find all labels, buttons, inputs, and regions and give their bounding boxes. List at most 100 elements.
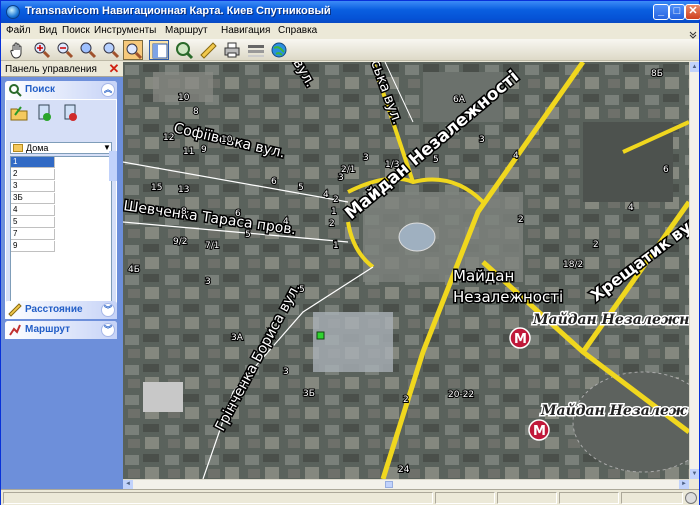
- hand-pan-icon[interactable]: [7, 40, 27, 60]
- control-panel: Панель управления ✕ Поиск ︽ Дома ▼ 1 2 3…: [1, 62, 123, 489]
- layers-icon[interactable]: [246, 40, 266, 60]
- open-folder-icon[interactable]: [9, 103, 29, 123]
- search-group-title: Поиск: [25, 84, 56, 95]
- menu-search[interactable]: Поиск: [62, 25, 90, 36]
- horizontal-scroll-thumb[interactable]: [385, 481, 393, 488]
- status-cell: [559, 492, 619, 504]
- house-number: 5: [299, 285, 305, 295]
- map-horizontal-scrollbar[interactable]: ◄ ►: [123, 479, 689, 489]
- zoom-out-icon[interactable]: [55, 40, 75, 60]
- scroll-down-button[interactable]: ▼: [690, 469, 699, 479]
- list-item[interactable]: 4: [11, 205, 55, 216]
- zoom-area-icon[interactable]: [78, 40, 98, 60]
- scroll-left-button[interactable]: ◄: [123, 480, 133, 489]
- house-number: 10: [221, 135, 233, 145]
- delete-record-icon[interactable]: [61, 103, 81, 123]
- house-number: 2: [403, 395, 409, 405]
- distance-group-header[interactable]: Расстояние ︾: [5, 301, 117, 319]
- list-item[interactable]: 3: [11, 181, 55, 192]
- house-number: 4: [628, 203, 634, 213]
- satellite-map[interactable]: Софіївська вул. Шевченка Тараса пров. Ма…: [123, 62, 689, 479]
- house-number: 10: [178, 93, 190, 103]
- close-button[interactable]: ✕: [685, 4, 700, 20]
- route-group-title: Маршрут: [25, 324, 71, 335]
- house-number: 1/3: [385, 160, 399, 170]
- map-vertical-scrollbar[interactable]: ▲ ▼: [689, 62, 699, 479]
- status-cell: [497, 492, 557, 504]
- house-number: 3: [205, 277, 211, 287]
- menu-tools[interactable]: Инструменты: [94, 25, 156, 36]
- expand-distance-button[interactable]: ︾: [101, 303, 115, 317]
- metro-station[interactable]: M: [509, 327, 531, 349]
- find-icon[interactable]: [174, 40, 194, 60]
- house-number: 18/2: [563, 260, 583, 270]
- maximize-button[interactable]: □: [669, 4, 685, 20]
- expand-route-button[interactable]: ︾: [101, 323, 115, 337]
- zoom-active-icon[interactable]: [123, 40, 143, 60]
- zoom-in-icon[interactable]: [32, 40, 52, 60]
- house-number: 20-22: [448, 390, 474, 400]
- house-number: 8: [181, 207, 187, 217]
- rooftop: [143, 382, 183, 412]
- menu-help[interactable]: Справка: [278, 25, 317, 36]
- house-number: 6: [235, 209, 241, 219]
- list-item[interactable]: 7: [11, 229, 55, 240]
- list-item[interactable]: 2: [11, 169, 55, 180]
- map-view[interactable]: Софіївська вул. Шевченка Тараса пров. Ма…: [123, 62, 689, 479]
- house-number: 4: [283, 217, 289, 227]
- app-globe-icon: [6, 5, 20, 19]
- minimize-button[interactable]: _: [653, 4, 669, 20]
- route-group: Маршрут ︾: [5, 321, 117, 339]
- menu-navigation[interactable]: Навигация: [221, 25, 270, 36]
- place-label: Незалежності: [453, 288, 563, 306]
- resize-grip-icon[interactable]: [685, 492, 697, 504]
- metro-label: Майдан Незалеж: [540, 402, 688, 419]
- house-number: 9: [201, 145, 207, 155]
- house-number: 2: [333, 195, 339, 205]
- scroll-right-button[interactable]: ►: [679, 480, 689, 489]
- title-bar[interactable]: Transnavicom Навигационная Карта. Киев С…: [1, 1, 700, 23]
- list-item[interactable]: 5: [11, 217, 55, 228]
- list-item[interactable]: 9: [11, 241, 55, 252]
- print-icon[interactable]: [222, 40, 242, 60]
- house-number: 6А: [453, 95, 466, 105]
- window-title: Transnavicom Навигационная Карта. Киев С…: [25, 5, 331, 17]
- menu-file[interactable]: Файл: [6, 25, 31, 36]
- scroll-up-button[interactable]: ▲: [690, 62, 699, 72]
- status-cell: [621, 492, 683, 504]
- house-number: 11: [183, 147, 194, 157]
- category-select-value: Дома: [26, 143, 49, 153]
- house-number: 12: [163, 133, 174, 143]
- list-item[interactable]: 1: [11, 157, 55, 168]
- house-number: 6: [271, 177, 277, 187]
- panel-close-button[interactable]: ✕: [108, 62, 120, 75]
- ruler-icon[interactable]: [198, 40, 218, 60]
- panel-toggle-icon[interactable]: [149, 40, 169, 60]
- distance-group-title: Расстояние: [25, 304, 83, 315]
- list-item[interactable]: 3Б: [11, 193, 55, 204]
- add-record-icon[interactable]: [35, 103, 55, 123]
- house-number: 3: [363, 153, 369, 163]
- house-number: 6: [663, 165, 669, 175]
- house-number: 5: [433, 155, 439, 165]
- panel-vertical-scrollbar[interactable]: [109, 151, 117, 181]
- rooftop: [313, 312, 393, 372]
- route-group-header[interactable]: Маршрут ︾: [5, 321, 117, 339]
- results-list[interactable]: 1 2 3 3Б 4 5 7 9: [10, 156, 112, 316]
- globe-icon[interactable]: [269, 40, 289, 60]
- metro-label: Майдан Незалежності: [532, 311, 689, 328]
- zoom-window-icon[interactable]: [101, 40, 121, 60]
- metro-station[interactable]: M: [528, 419, 550, 441]
- selection-marker[interactable]: [316, 331, 325, 340]
- house-number: 4: [513, 151, 519, 161]
- toolbar-expand-icon[interactable]: [689, 31, 697, 39]
- category-select[interactable]: Дома ▼: [10, 142, 112, 154]
- menu-view[interactable]: Вид: [39, 25, 57, 36]
- metro-letter: M: [533, 424, 546, 439]
- search-group-header[interactable]: Поиск ︽: [5, 81, 117, 99]
- toolbar: [1, 39, 699, 61]
- house-number: 2: [518, 215, 524, 225]
- collapse-search-button[interactable]: ︽: [101, 83, 115, 97]
- application-window: Transnavicom Навигационная Карта. Киев С…: [0, 0, 700, 505]
- menu-route[interactable]: Маршрут: [165, 25, 208, 36]
